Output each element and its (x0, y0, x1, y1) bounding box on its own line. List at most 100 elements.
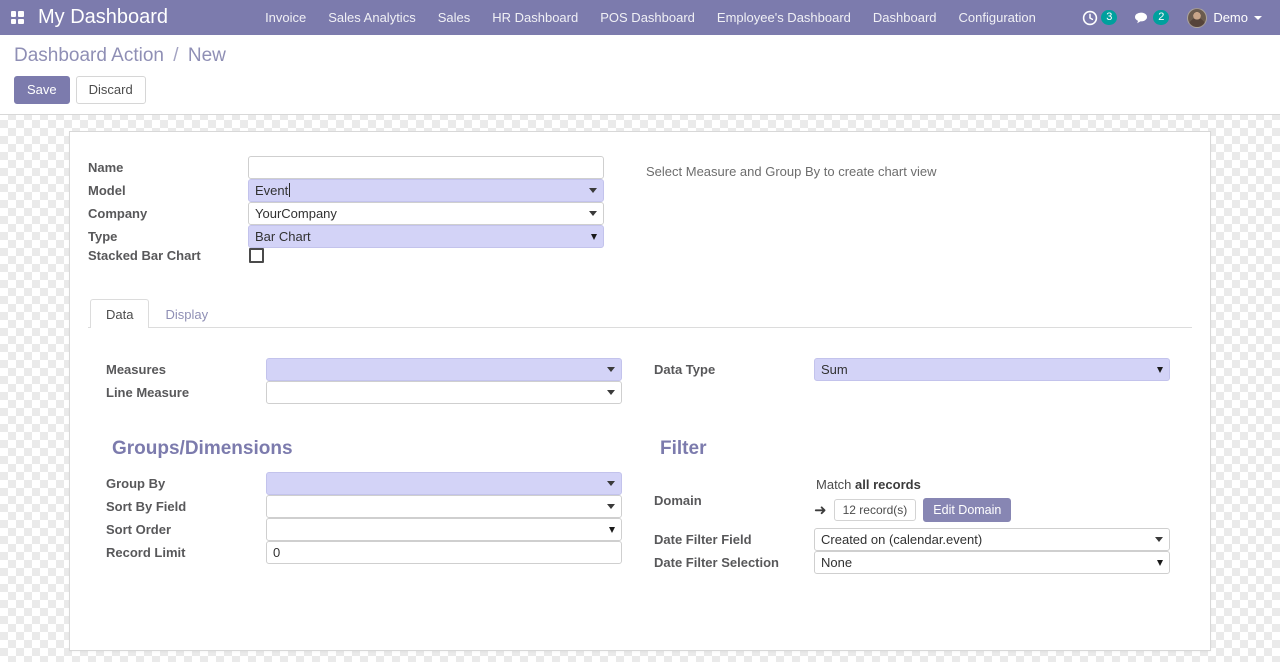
edit-domain-button[interactable]: Edit Domain (923, 498, 1012, 522)
save-button[interactable]: Save (14, 76, 70, 104)
field-row-name: Name (88, 156, 604, 179)
menu-item-sales-analytics[interactable]: Sales Analytics (317, 0, 426, 35)
field-row-stacked-bar-chart: Stacked Bar Chart (88, 248, 604, 263)
company-input[interactable]: YourCompany (248, 202, 604, 225)
field-row-type: Type Bar Chart (88, 225, 604, 248)
record-limit-input[interactable]: 0 (266, 541, 622, 564)
activities-badge: 3 (1101, 10, 1118, 25)
systray: 3 2 Demo (1076, 0, 1272, 35)
dropdown-caret-icon[interactable] (607, 390, 615, 395)
line-measure-input[interactable] (266, 381, 622, 404)
menu-item-invoice[interactable]: Invoice (254, 0, 317, 35)
chart-placeholder-hint: Select Measure and Group By to create ch… (646, 164, 937, 179)
main-menu-bar: Invoice Sales Analytics Sales HR Dashboa… (254, 0, 1047, 35)
data-type-select[interactable]: Sum (814, 358, 1171, 381)
field-row-date-filter-field: Date Filter Field Created on (calendar.e… (654, 528, 1171, 551)
record-count-button[interactable]: 12 record(s) (833, 499, 917, 521)
type-select[interactable]: Bar Chart (248, 225, 604, 248)
menu-item-configuration[interactable]: Configuration (948, 0, 1047, 35)
header-group-left: Name Model Event Company YourCompany Typ… (70, 156, 626, 263)
header-group-right: Select Measure and Group By to create ch… (626, 156, 1182, 263)
form-action-buttons: Save Discard (12, 76, 1280, 104)
notebook: Data Display Measures Line Measure Data … (70, 299, 1210, 574)
field-row-company: Company YourCompany (88, 202, 604, 225)
tab-data[interactable]: Data (90, 299, 150, 328)
label-line-measure: Line Measure (106, 385, 190, 400)
tab-display[interactable]: Display (149, 299, 224, 328)
date-filter-selection-select[interactable]: None (814, 551, 1171, 574)
select-caret-icon[interactable] (1157, 366, 1164, 373)
menu-item-hr-dashboard[interactable]: HR Dashboard (481, 0, 589, 35)
user-name: Demo (1213, 10, 1248, 25)
dropdown-caret-icon[interactable] (607, 481, 615, 486)
chat-bubble-icon (1135, 12, 1148, 23)
groups-dimensions-group: Groups/Dimensions Group By Sort By Field… (88, 438, 640, 574)
label-type: Type (88, 229, 118, 244)
chevron-down-icon (1254, 15, 1262, 20)
activities-button[interactable]: 3 (1076, 0, 1123, 35)
notebook-tabs: Data Display (88, 299, 1192, 328)
type-select-value: Bar Chart (255, 229, 311, 244)
text-cursor (289, 183, 291, 197)
tab-panel-data: Measures Line Measure Data Type Sum Grou… (88, 328, 1192, 574)
name-input[interactable] (248, 156, 604, 179)
stacked-bar-chart-checkbox[interactable] (249, 248, 264, 263)
messages-button[interactable]: 2 (1127, 0, 1175, 35)
clock-icon (1083, 10, 1098, 25)
measures-input[interactable] (266, 358, 622, 381)
date-filter-field-input[interactable]: Created on (calendar.event) (814, 528, 1171, 551)
dropdown-caret-icon[interactable] (607, 367, 615, 372)
groups-dimensions-title: Groups/Dimensions (112, 438, 293, 459)
apps-grid-icon (10, 11, 24, 24)
breadcrumb-current: New (187, 45, 226, 66)
field-row-line-measure: Line Measure (106, 381, 622, 404)
domain-match-prefix: Match (816, 477, 852, 492)
field-row-sort-order: Sort Order (106, 518, 622, 541)
menu-item-dashboard[interactable]: Dashboard (862, 0, 948, 35)
label-company: Company (88, 206, 148, 221)
sort-by-field-input[interactable] (266, 495, 622, 518)
menu-item-sales[interactable]: Sales (427, 0, 482, 35)
group-by-input[interactable] (266, 472, 622, 495)
filter-title: Filter (660, 438, 707, 459)
field-row-sort-by-field: Sort By Field (106, 495, 622, 518)
date-filter-field-value: Created on (calendar.event) (821, 532, 983, 547)
label-date-filter-field: Date Filter Field (654, 532, 752, 547)
record-limit-input-value: 0 (273, 545, 281, 560)
dropdown-caret-icon[interactable] (589, 188, 597, 193)
arrow-right-icon: ➜ (814, 501, 827, 519)
control-panel: Dashboard Action / New Save Discard (0, 35, 1280, 115)
header-groups: Name Model Event Company YourCompany Typ… (70, 156, 1210, 263)
measures-group-right: Data Type Sum (640, 358, 1192, 404)
user-menu[interactable]: Demo (1179, 0, 1268, 35)
brand-title[interactable]: My Dashboard (34, 6, 178, 29)
select-caret-icon[interactable] (1157, 559, 1164, 566)
apps-menu-button[interactable] (0, 0, 34, 35)
dropdown-caret-icon[interactable] (1155, 537, 1164, 542)
model-input[interactable]: Event (248, 179, 604, 202)
dropdown-caret-icon[interactable] (607, 504, 615, 509)
groups-filter-row: Groups/Dimensions Group By Sort By Field… (88, 438, 1192, 574)
field-row-group-by: Group By (106, 472, 622, 495)
domain-widget: Match all records ➜ 12 record(s) Edit Do… (814, 472, 1170, 528)
menu-item-pos-dashboard[interactable]: POS Dashboard (589, 0, 706, 35)
label-stacked-bar-chart: Stacked Bar Chart (88, 248, 201, 263)
field-row-measures: Measures (106, 358, 622, 381)
dropdown-caret-icon[interactable] (589, 211, 597, 216)
label-data-type: Data Type (654, 362, 716, 377)
form-view-container: Name Model Event Company YourCompany Typ… (0, 115, 1280, 651)
label-record-limit: Record Limit (106, 545, 186, 560)
breadcrumb-parent[interactable]: Dashboard Action (14, 45, 164, 66)
discard-button[interactable]: Discard (75, 76, 146, 104)
measures-group-left: Measures Line Measure (88, 358, 640, 404)
menu-item-employees-dashboard[interactable]: Employee's Dashboard (706, 0, 862, 35)
sort-order-select[interactable] (266, 518, 622, 541)
select-caret-icon[interactable] (591, 233, 597, 240)
label-name: Name (88, 160, 124, 175)
label-sort-by-field: Sort By Field (106, 499, 187, 514)
field-row-data-type: Data Type Sum (654, 358, 1171, 381)
label-domain: Domain (654, 492, 702, 508)
select-caret-icon[interactable] (609, 526, 615, 533)
form-sheet: Name Model Event Company YourCompany Typ… (69, 131, 1211, 651)
domain-actions: ➜ 12 record(s) Edit Domain (814, 498, 1170, 528)
